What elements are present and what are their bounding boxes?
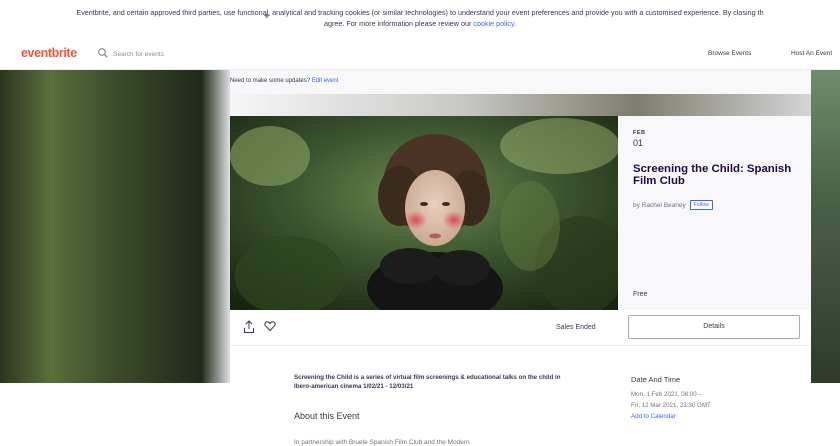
follow-button[interactable]: Follow bbox=[689, 200, 713, 211]
hero-background-right bbox=[811, 70, 840, 383]
cookie-banner: Eventbrite, and certain approved third p… bbox=[0, 0, 840, 38]
about-heading: About this Event bbox=[294, 411, 360, 421]
cookie-text-line2: agree. For more information please revie… bbox=[0, 19, 840, 30]
event-summary: Screening the Child is a series of virtu… bbox=[294, 374, 561, 390]
date-line-start: Mon, 1 Feb 2021, 08:00 – bbox=[631, 391, 702, 398]
browse-events-link[interactable]: Browse Events bbox=[708, 50, 751, 57]
top-navigation: eventbrite Browse Events Host An Event bbox=[0, 38, 840, 70]
event-month: FEB bbox=[633, 130, 646, 136]
event-day: 01 bbox=[633, 138, 644, 148]
search-input[interactable] bbox=[113, 47, 253, 61]
event-price: Free bbox=[633, 291, 648, 298]
event-info-panel: FEB 01 Screening the Child: Spanish Film… bbox=[618, 116, 811, 310]
date-line-end: Fri, 12 Mar 2021, 23:30 GMT bbox=[631, 402, 711, 409]
eventbrite-logo[interactable]: eventbrite bbox=[21, 46, 77, 60]
host-event-link[interactable]: Host An Event bbox=[791, 50, 832, 57]
search-icon bbox=[98, 48, 108, 58]
heart-icon[interactable] bbox=[264, 320, 276, 332]
cookie-policy-link[interactable]: cookie policy bbox=[473, 19, 514, 28]
add-to-calendar-link[interactable]: Add to Calendar bbox=[631, 413, 676, 420]
about-body: In partnership with Bruele Spanish Film … bbox=[294, 439, 470, 446]
cookie-text-line2-suffix: . bbox=[514, 18, 517, 28]
cookie-text-line2-prefix: agree. For more information please revie… bbox=[323, 18, 474, 28]
date-time-heading: Date And Time bbox=[631, 375, 681, 384]
organizer-name[interactable]: by Rachel Beaney bbox=[633, 202, 686, 209]
banner-blur bbox=[230, 94, 811, 116]
edit-event-link[interactable]: Edit event bbox=[312, 78, 339, 84]
event-image bbox=[230, 116, 618, 310]
update-bar: Need to make some updates? Edit event bbox=[230, 70, 811, 94]
sales-status: Sales Ended bbox=[556, 324, 596, 331]
event-card: Need to make some updates? Edit event FE… bbox=[230, 70, 811, 446]
share-icon[interactable] bbox=[243, 320, 255, 334]
details-button[interactable]: Details bbox=[628, 315, 800, 339]
cursor-icon: ⌖ bbox=[264, 11, 270, 22]
action-bar: Sales Ended Details bbox=[230, 310, 811, 346]
cookie-text-line1: Eventbrite, and certain approved third p… bbox=[76, 8, 764, 17]
event-title: Screening the Child: Spanish Film Club bbox=[633, 163, 792, 187]
update-text: Need to make some updates? bbox=[230, 78, 312, 84]
organizer-line: by Rachel Beaney Follow bbox=[633, 200, 811, 211]
